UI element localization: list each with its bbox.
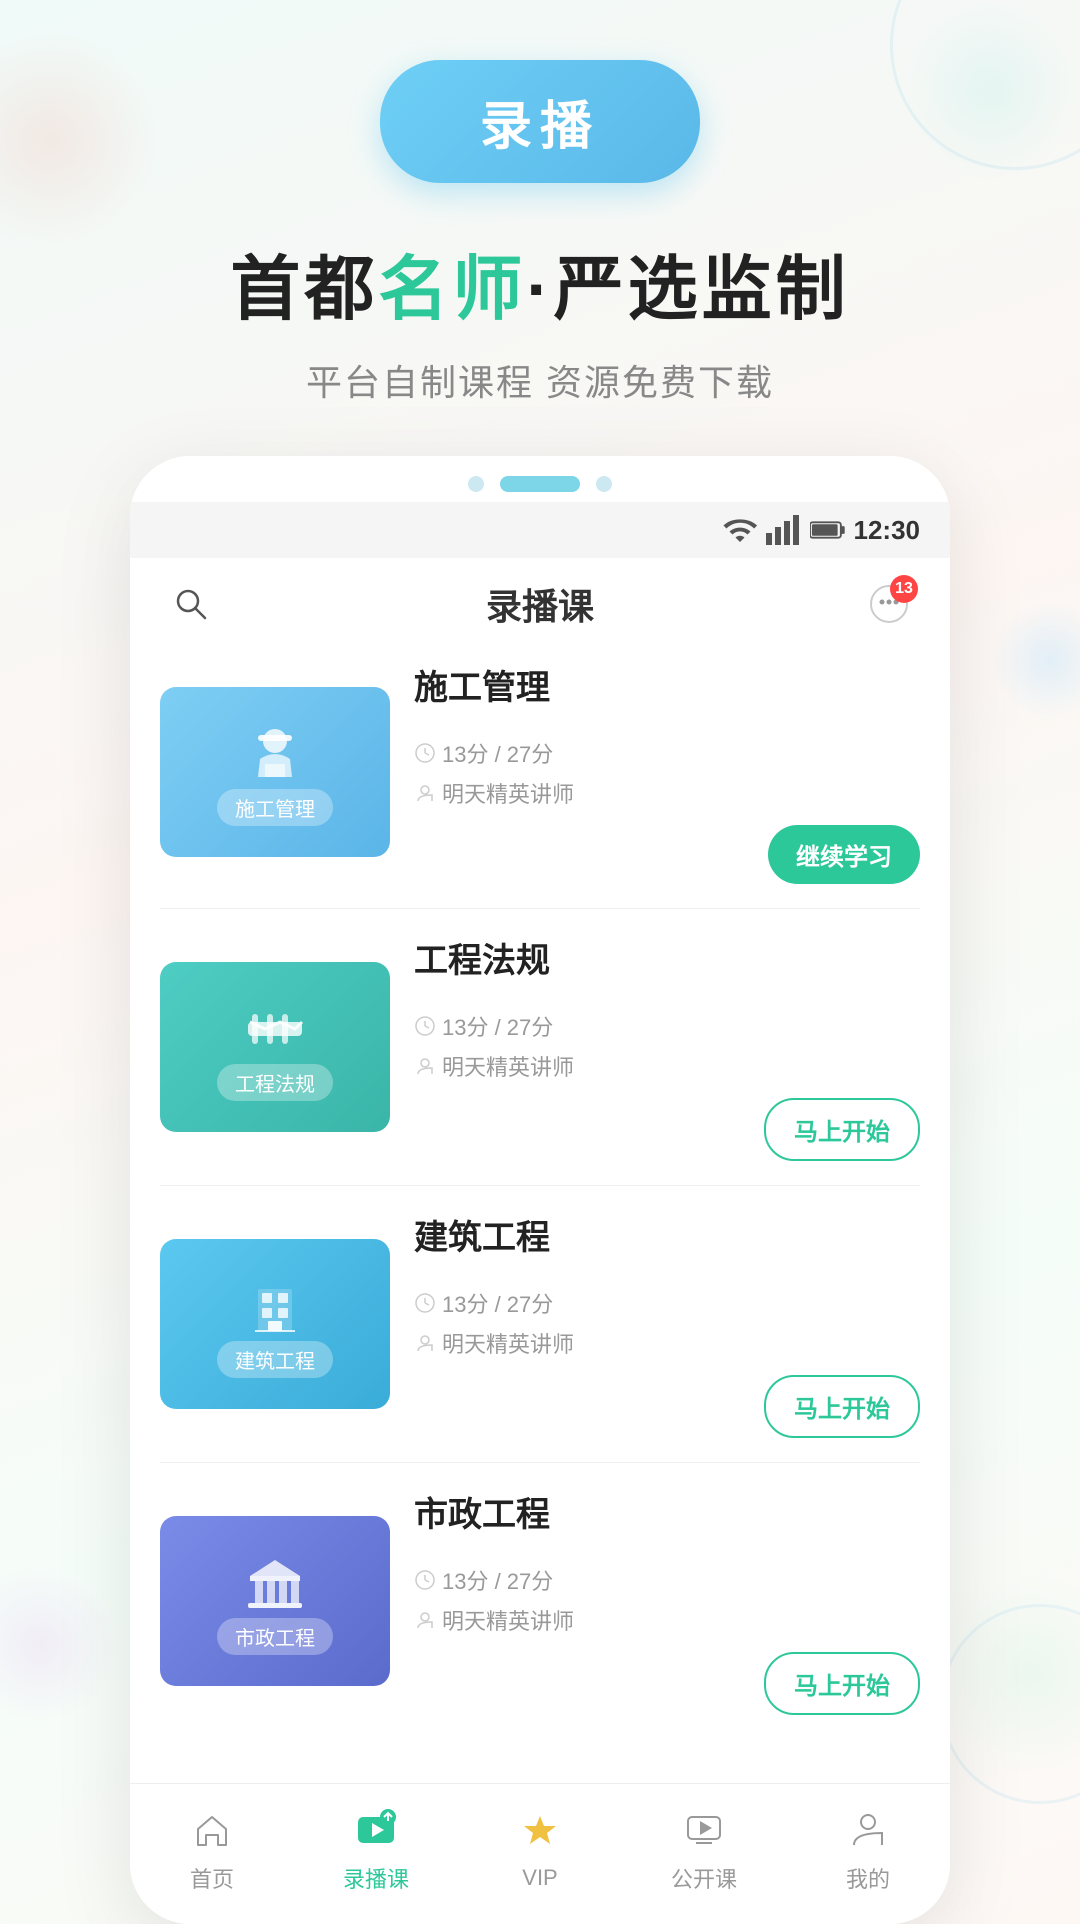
course-list: 施工管理 施工管理 13分 / 27分 明天精英讲师 继续学习	[130, 650, 950, 1783]
course-item-shigong[interactable]: 施工管理 施工管理 13分 / 27分 明天精英讲师 继续学习	[160, 660, 920, 909]
gonkaike-icon	[679, 1804, 729, 1854]
nav-item-home[interactable]: 首页	[152, 1804, 272, 1894]
course-meta-shizheng: 13分 / 27分 明天精英讲师	[414, 1564, 920, 1636]
deco-arc-bottom-right	[940, 1604, 1080, 1804]
course-name-jianzhu: 建筑工程	[414, 1210, 920, 1259]
nav-label-gonkaike: 公开课	[671, 1862, 737, 1894]
wifi-icon	[722, 512, 758, 548]
course-info-gongcheng: 工程法规 13分 / 27分 明天精英讲师 马上开始	[390, 933, 920, 1161]
course-thumbnail-shigong: 施工管理	[160, 687, 390, 857]
course-info-jianzhu: 建筑工程 13分 / 27分 明天精英讲师 马上开始	[390, 1210, 920, 1438]
headline-accent: 名师	[378, 250, 526, 328]
course-time-shizheng: 13分 / 27分	[414, 1564, 920, 1596]
home-icon	[187, 1804, 237, 1854]
course-meta-gongcheng: 13分 / 27分 明天精英讲师	[414, 1010, 920, 1082]
course-teacher-gongcheng: 明天精英讲师	[414, 1050, 920, 1082]
deco-bottom-left	[0, 1564, 120, 1724]
mine-icon	[843, 1804, 893, 1854]
nav-label-home: 首页	[190, 1862, 234, 1894]
course-time-jianzhu: 13分 / 27分	[414, 1287, 920, 1319]
status-bar: 12:30	[130, 502, 950, 558]
subtitle: 平台自制课程 资源免费下载	[306, 354, 774, 406]
course-item-shizheng[interactable]: 市政工程 市政工程 13分 / 27分 明天精英讲师 马上开始	[160, 1487, 920, 1739]
bottom-nav: 首页 录播课 VIP	[130, 1783, 950, 1924]
course-info-shigong: 施工管理 13分 / 27分 明天精英讲师 继续学习	[390, 660, 920, 884]
notification-badge: 13	[890, 575, 918, 603]
deco-bottom-right	[930, 1574, 1080, 1774]
course-name-shizheng: 市政工程	[414, 1487, 920, 1536]
deco-mid-right	[990, 600, 1080, 720]
shizheng-icon	[240, 1548, 310, 1618]
start-btn-shizheng[interactable]: 马上开始	[764, 1652, 920, 1715]
nav-item-gonkaike[interactable]: 公开课	[644, 1804, 764, 1894]
course-name-shigong: 施工管理	[414, 660, 920, 709]
luboke-icon	[351, 1804, 401, 1854]
thumb-label-shizheng: 市政工程	[217, 1618, 333, 1655]
thumb-label-shigong: 施工管理	[217, 789, 333, 826]
thumb-label-gongcheng: 工程法规	[217, 1064, 333, 1101]
dot-1	[468, 476, 484, 492]
course-thumbnail-shizheng: 市政工程	[160, 1516, 390, 1686]
nav-item-luboke[interactable]: 录播课	[316, 1804, 436, 1894]
signal-icon	[766, 512, 802, 548]
course-info-shizheng: 市政工程 13分 / 27分 明天精英讲师 马上开始	[390, 1487, 920, 1715]
battery-icon	[810, 512, 846, 548]
shigong-icon	[240, 719, 310, 789]
course-item-gongcheng[interactable]: 工程法规 工程法规 13分 / 27分 明天精英讲师 马上开始	[160, 933, 920, 1186]
headline-part1: 首都	[230, 250, 378, 328]
dot-2-active	[500, 476, 580, 492]
headline-part2: ·严选监制	[526, 250, 849, 328]
jianzhu-icon	[240, 1271, 310, 1341]
course-teacher-jianzhu: 明天精英讲师	[414, 1327, 920, 1359]
course-thumbnail-gongcheng: 工程法规	[160, 962, 390, 1132]
course-meta-shigong: 13分 / 27分 明天精英讲师	[414, 737, 920, 809]
course-item-jianzhu[interactable]: 建筑工程 建筑工程 13分 / 27分 明天精英讲师 马上开始	[160, 1210, 920, 1463]
status-icons: 12:30	[722, 512, 921, 548]
luboke-badge-btn[interactable]: 录播	[380, 60, 700, 183]
course-action-shigong: 继续学习	[414, 825, 920, 884]
nav-item-vip[interactable]: VIP	[480, 1807, 600, 1891]
dots-indicator	[130, 456, 950, 502]
search-button[interactable]	[166, 579, 216, 629]
vip-icon	[515, 1807, 565, 1857]
status-time: 12:30	[854, 515, 921, 546]
course-action-jianzhu: 马上开始	[414, 1375, 920, 1438]
course-action-gongcheng: 马上开始	[414, 1098, 920, 1161]
course-action-shizheng: 马上开始	[414, 1652, 920, 1715]
course-name-gongcheng: 工程法规	[414, 933, 920, 982]
phone-mockup: 12:30 录播课 13	[130, 456, 950, 1924]
course-teacher-shizheng: 明天精英讲师	[414, 1604, 920, 1636]
headline: 首都名师·严选监制	[230, 233, 849, 334]
course-time-shigong: 13分 / 27分	[414, 737, 920, 769]
start-btn-gongcheng[interactable]: 马上开始	[764, 1098, 920, 1161]
header-area: 录播 首都名师·严选监制 平台自制课程 资源免费下载	[0, 0, 1080, 456]
nav-item-mine[interactable]: 我的	[808, 1804, 928, 1894]
course-time-gongcheng: 13分 / 27分	[414, 1010, 920, 1042]
app-title: 录播课	[486, 578, 594, 630]
nav-label-vip: VIP	[522, 1865, 557, 1891]
nav-label-luboke: 录播课	[343, 1862, 409, 1894]
gongcheng-icon	[240, 994, 310, 1064]
course-teacher-shigong: 明天精英讲师	[414, 777, 920, 809]
start-btn-jianzhu[interactable]: 马上开始	[764, 1375, 920, 1438]
notification-button[interactable]: 13	[864, 579, 914, 629]
thumb-label-jianzhu: 建筑工程	[217, 1341, 333, 1378]
search-icon	[169, 582, 213, 626]
course-thumbnail-jianzhu: 建筑工程	[160, 1239, 390, 1409]
course-meta-jianzhu: 13分 / 27分 明天精英讲师	[414, 1287, 920, 1359]
dot-3	[596, 476, 612, 492]
continue-btn-shigong[interactable]: 继续学习	[768, 825, 920, 884]
app-header: 录播课 13	[130, 558, 950, 650]
nav-label-mine: 我的	[846, 1862, 890, 1894]
